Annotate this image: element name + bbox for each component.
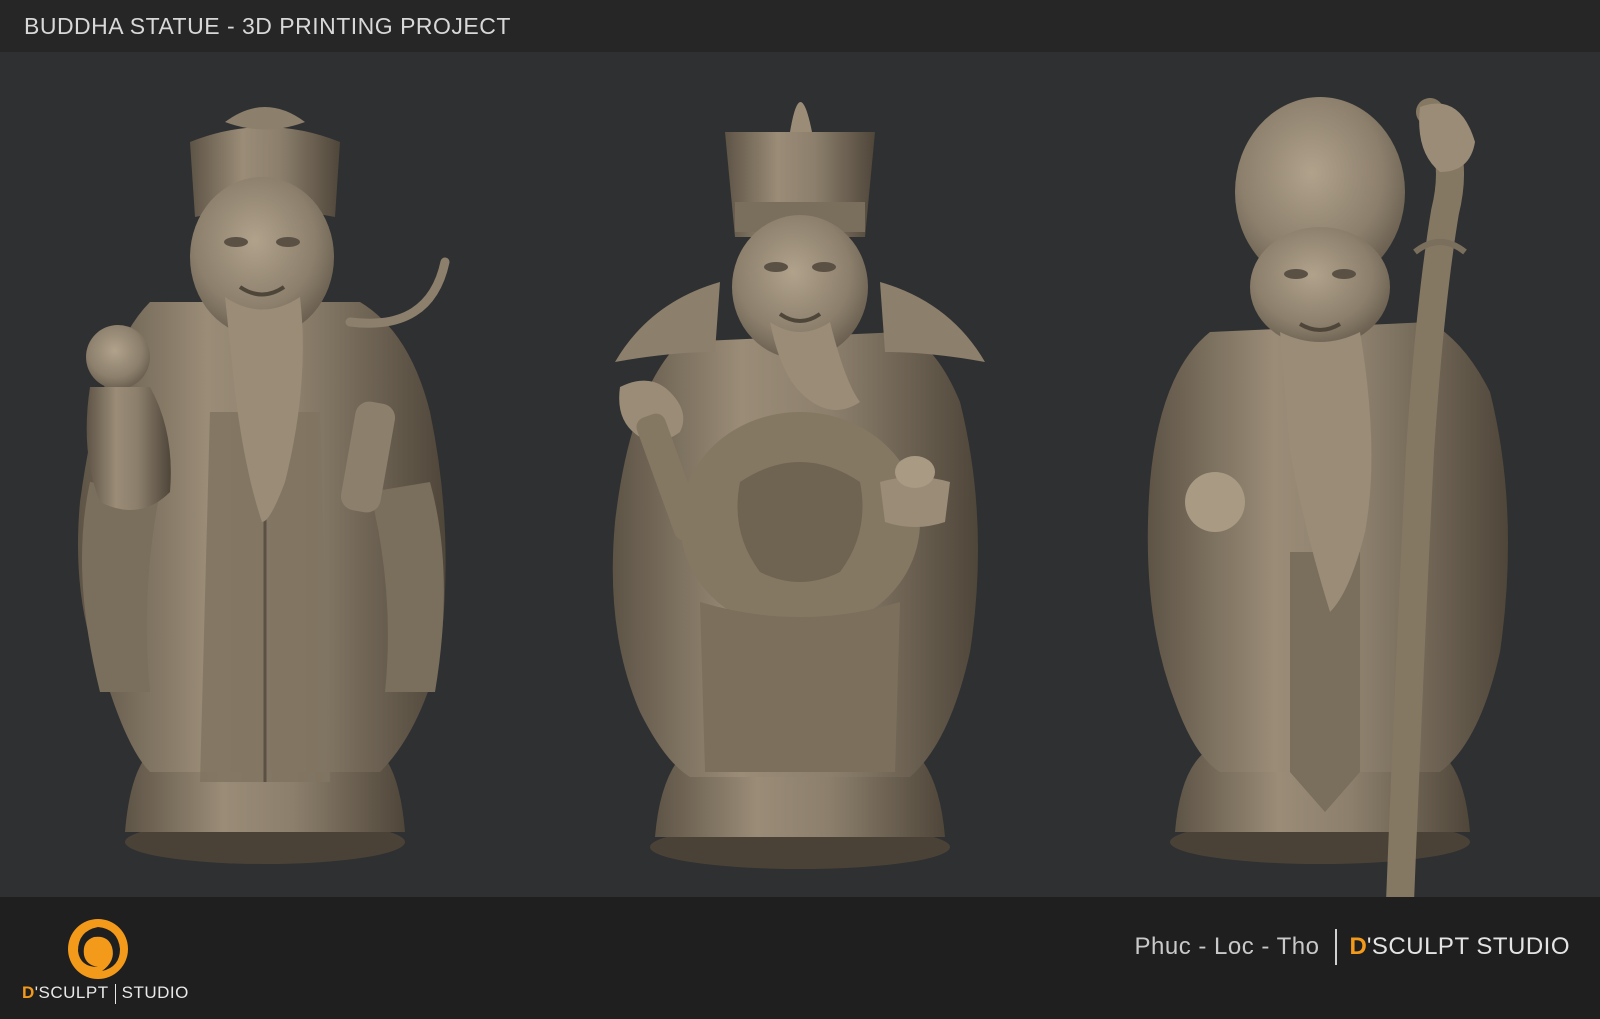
title-bar: BUDDHA STATUE - 3D PRINTING PROJECT	[0, 0, 1600, 52]
logo-wordmark: D'SCULPT STUDIO	[22, 983, 189, 1004]
footer-credits: Phuc - Loc - Tho D 'SCULPT STUDIO	[1135, 927, 1571, 967]
statue-names: Phuc - Loc - Tho	[1134, 933, 1320, 960]
logo-studio: STUDIO	[121, 983, 189, 1002]
logo-sculpt: 'SCULPT	[34, 983, 109, 1002]
footer-bar: D'SCULPT STUDIO Phuc - Loc - Tho D 'SCULPT…	[0, 897, 1600, 1019]
statues-render	[78, 97, 1508, 916]
dsculpt-logo-icon	[68, 919, 128, 979]
page-title: BUDDHA STATUE - 3D PRINTING PROJECT	[24, 13, 511, 39]
studio-name: 'SCULPT STUDIO	[1366, 933, 1570, 960]
credits-divider	[1335, 929, 1338, 965]
statue-tho	[1147, 97, 1508, 916]
statue-stage	[0, 52, 1600, 916]
statue-phuc	[78, 107, 450, 864]
logo-divider	[114, 983, 116, 1004]
studio-d: D	[1349, 933, 1367, 960]
logo-d: D	[22, 983, 35, 1002]
statue-loc	[612, 102, 985, 869]
